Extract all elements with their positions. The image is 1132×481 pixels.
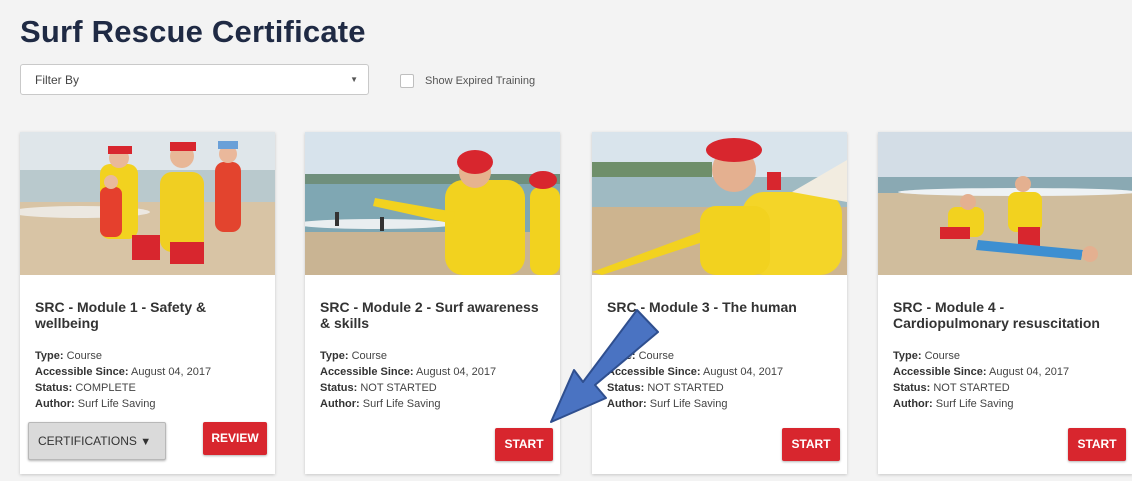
accessible-since-value: August 04, 2017 [703,366,784,378]
course-title[interactable]: SRC - Module 3 - The human [607,299,835,315]
accessible-since-value: August 04, 2017 [989,366,1070,378]
caret-down-icon: ▼ [140,436,152,448]
show-expired-checkbox[interactable] [400,74,414,88]
type-value: Course [924,350,961,362]
show-expired-label[interactable]: Show Expired Training [425,75,535,87]
course-card: SRC - Module 4 - Cardiopulmonary resusci… [878,132,1132,474]
accessible-since-label: Accessible Since: [320,366,414,378]
course-card: SRC - Module 2 - Surf awareness & skills… [305,132,560,474]
course-card: SRC - Module 3 - The human Type: Course … [592,132,847,474]
start-button[interactable]: START [1068,428,1126,461]
course-meta: Type: Course Accessible Since: August 04… [320,348,496,412]
course-title[interactable]: SRC - Module 1 - Safety & wellbeing [35,299,263,331]
status-label: Status: [607,382,645,394]
status-value: NOT STARTED [360,382,437,394]
accessible-since-value: August 04, 2017 [131,366,212,378]
type-value: Course [638,350,675,362]
page-title: Surf Rescue Certificate [20,14,366,49]
start-button[interactable]: START [782,428,840,461]
start-button[interactable]: START [495,428,553,461]
certifications-button[interactable]: CERTIFICATIONS ▼ [28,422,166,460]
accessible-since-label: Accessible Since: [893,366,987,378]
accessible-since-label: Accessible Since: [35,366,129,378]
type-label: Type: [607,350,636,362]
status-value: NOT STARTED [647,382,724,394]
status-label: Status: [35,382,73,394]
caret-down-icon: ▼ [350,75,358,84]
author-value: Surf Life Saving [77,398,156,410]
filter-by-label: Filter By [35,73,80,87]
course-title[interactable]: SRC - Module 4 - Cardiopulmonary resusci… [893,299,1121,331]
course-title[interactable]: SRC - Module 2 - Surf awareness & skills [320,299,548,331]
author-value: Surf Life Saving [649,398,728,410]
course-meta: Type: Course Accessible Since: August 04… [35,348,211,412]
author-label: Author: [607,398,647,410]
type-label: Type: [35,350,64,362]
course-meta: Type: Course Accessible Since: August 04… [607,348,783,412]
review-button[interactable]: REVIEW [203,422,267,455]
author-value: Surf Life Saving [935,398,1014,410]
filter-by-select[interactable]: Filter By ▼ [20,64,369,95]
status-label: Status: [893,382,931,394]
course-image[interactable] [878,132,1132,275]
accessible-since-label: Accessible Since: [607,366,701,378]
status-label: Status: [320,382,358,394]
type-value: Course [351,350,388,362]
status-value: COMPLETE [75,382,136,394]
certifications-label: CERTIFICATIONS [38,434,137,448]
course-image[interactable] [20,132,275,275]
author-label: Author: [320,398,360,410]
author-value: Surf Life Saving [362,398,441,410]
course-meta: Type: Course Accessible Since: August 04… [893,348,1069,412]
course-image[interactable] [592,132,847,275]
accessible-since-value: August 04, 2017 [416,366,497,378]
type-label: Type: [320,350,349,362]
author-label: Author: [35,398,75,410]
status-value: NOT STARTED [933,382,1010,394]
type-label: Type: [893,350,922,362]
author-label: Author: [893,398,933,410]
course-card: SRC - Module 1 - Safety & wellbeing Type… [20,132,275,474]
course-image[interactable] [305,132,560,275]
type-value: Course [66,350,103,362]
